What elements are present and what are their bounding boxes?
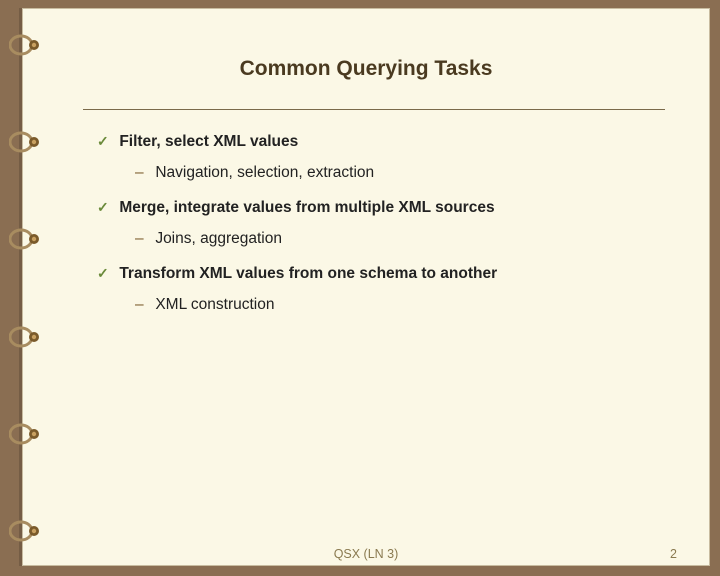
divider [83, 109, 665, 110]
dash-icon: – [135, 295, 151, 316]
slide: Common Querying Tasks ✓ Filter, select X… [22, 8, 710, 566]
binder-rings [9, 33, 49, 543]
ring-icon [9, 33, 43, 57]
sub-item: – Joins, aggregation [135, 229, 665, 250]
list-item: ✓ Filter, select XML values [97, 132, 665, 153]
sub-text: Joins, aggregation [155, 230, 282, 247]
sub-item: – XML construction [135, 295, 665, 316]
item-text: Filter, select XML values [119, 133, 298, 150]
list-item: ✓ Merge, integrate values from multiple … [97, 198, 665, 219]
ring-icon [9, 227, 43, 251]
dash-icon: – [135, 229, 151, 250]
sub-text: Navigation, selection, extraction [155, 164, 374, 181]
ring-icon [9, 422, 43, 446]
page-number: 2 [670, 547, 677, 561]
checkmark-icon: ✓ [97, 198, 115, 217]
ring-icon [9, 130, 43, 154]
dash-icon: – [135, 163, 151, 184]
content-area: ✓ Filter, select XML values – Navigation… [97, 132, 665, 316]
item-text: Merge, integrate values from multiple XM… [119, 199, 494, 216]
sub-item: – Navigation, selection, extraction [135, 163, 665, 184]
ring-icon [9, 519, 43, 543]
item-text: Transform XML values from one schema to … [119, 265, 497, 282]
list-item: ✓ Transform XML values from one schema t… [97, 264, 665, 285]
sub-text: XML construction [155, 296, 274, 313]
slide-title: Common Querying Tasks [23, 57, 709, 81]
footer-center: QSX (LN 3) [23, 547, 709, 561]
checkmark-icon: ✓ [97, 132, 115, 151]
checkmark-icon: ✓ [97, 264, 115, 283]
ring-icon [9, 325, 43, 349]
